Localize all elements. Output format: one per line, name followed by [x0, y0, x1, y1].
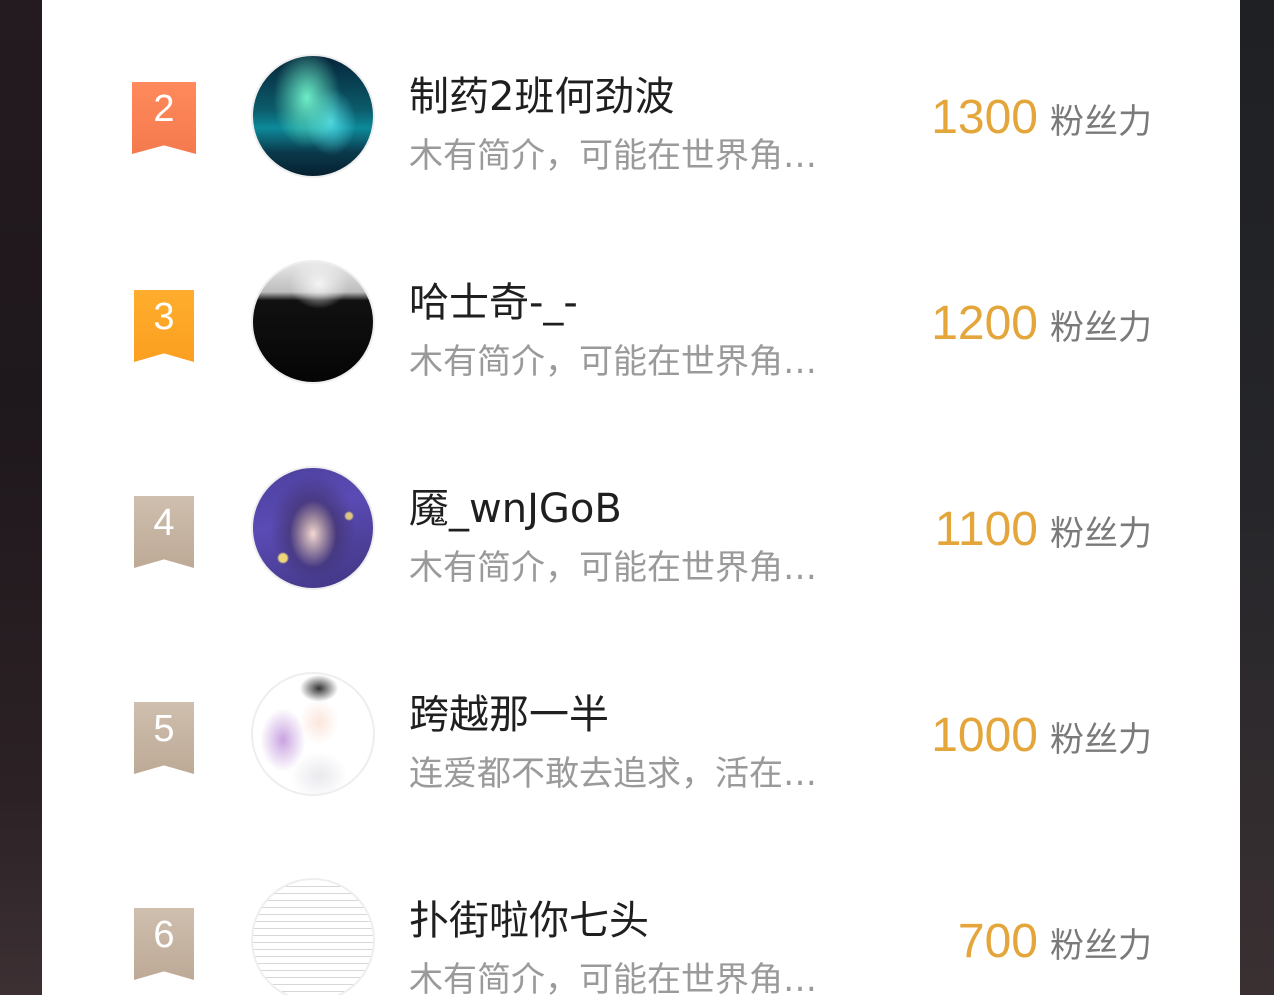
fan-power-score: 1000 粉丝力 [931, 708, 1152, 763]
user-avatar[interactable] [251, 672, 375, 796]
user-name[interactable]: 魇_wnJGoB [409, 476, 622, 534]
rank-number: 6 [153, 914, 175, 956]
rank-number: 5 [153, 708, 175, 750]
user-bio: 木有简介，可能在世界角… [409, 342, 817, 382]
user-avatar[interactable] [251, 466, 375, 590]
user-name[interactable]: 扑街啦你七头 [409, 888, 649, 946]
ranking-row[interactable]: 3 哈士奇-_- 木有简介，可能在世界角… 1200 粉丝力 [42, 218, 1240, 424]
user-avatar[interactable] [251, 54, 375, 178]
user-bio: 连爱都不敢去追求，活在… [409, 754, 817, 794]
rank-badge: 3 [134, 290, 194, 362]
ranking-row[interactable]: 2 制药2班何劲波 木有简介，可能在世界角… 1300 粉丝力 [42, 12, 1240, 218]
user-avatar[interactable] [251, 878, 375, 995]
fan-power-score: 1200 粉丝力 [931, 296, 1152, 351]
user-name[interactable]: 哈士奇-_- [409, 270, 578, 328]
user-bio: 木有简介，可能在世界角… [409, 548, 817, 588]
score-unit: 粉丝力 [1050, 102, 1152, 142]
user-bio: 木有简介，可能在世界角… [409, 136, 817, 176]
fan-ranking-list[interactable]: 2 制药2班何劲波 木有简介，可能在世界角… 1300 粉丝力 3 哈士奇-_-… [42, 0, 1240, 995]
rank-number: 3 [153, 296, 175, 338]
rank-number: 2 [153, 88, 175, 130]
user-bio: 木有简介，可能在世界角… [409, 960, 817, 995]
background-right-edge [1240, 0, 1274, 995]
score-value: 1300 [931, 91, 1038, 144]
user-name[interactable]: 跨越那一半 [409, 682, 609, 740]
fan-power-score: 1300 粉丝力 [931, 90, 1152, 145]
score-value: 1000 [931, 709, 1038, 762]
fan-power-score: 700 粉丝力 [958, 914, 1152, 969]
score-value: 1200 [931, 297, 1038, 350]
user-name[interactable]: 制药2班何劲波 [409, 64, 674, 122]
ranking-row[interactable]: 4 魇_wnJGoB 木有简介，可能在世界角… 1100 粉丝力 [42, 424, 1240, 630]
ranking-row[interactable]: 5 跨越那一半 连爱都不敢去追求，活在… 1000 粉丝力 [42, 630, 1240, 836]
score-unit: 粉丝力 [1050, 926, 1152, 966]
ranking-row[interactable]: 6 扑街啦你七头 木有简介，可能在世界角… 700 粉丝力 [42, 836, 1240, 995]
score-unit: 粉丝力 [1050, 720, 1152, 760]
user-avatar[interactable] [251, 260, 375, 384]
rank-badge: 5 [134, 702, 194, 774]
background-left-edge [0, 0, 42, 995]
score-value: 1100 [934, 503, 1038, 556]
fan-power-score: 1100 粉丝力 [935, 502, 1152, 557]
score-unit: 粉丝力 [1050, 308, 1152, 348]
rank-number: 4 [153, 502, 175, 544]
rank-badge: 6 [134, 908, 194, 980]
score-value: 700 [957, 915, 1038, 968]
rank-badge: 2 [132, 82, 196, 154]
score-unit: 粉丝力 [1050, 514, 1152, 554]
rank-badge: 4 [134, 496, 194, 568]
